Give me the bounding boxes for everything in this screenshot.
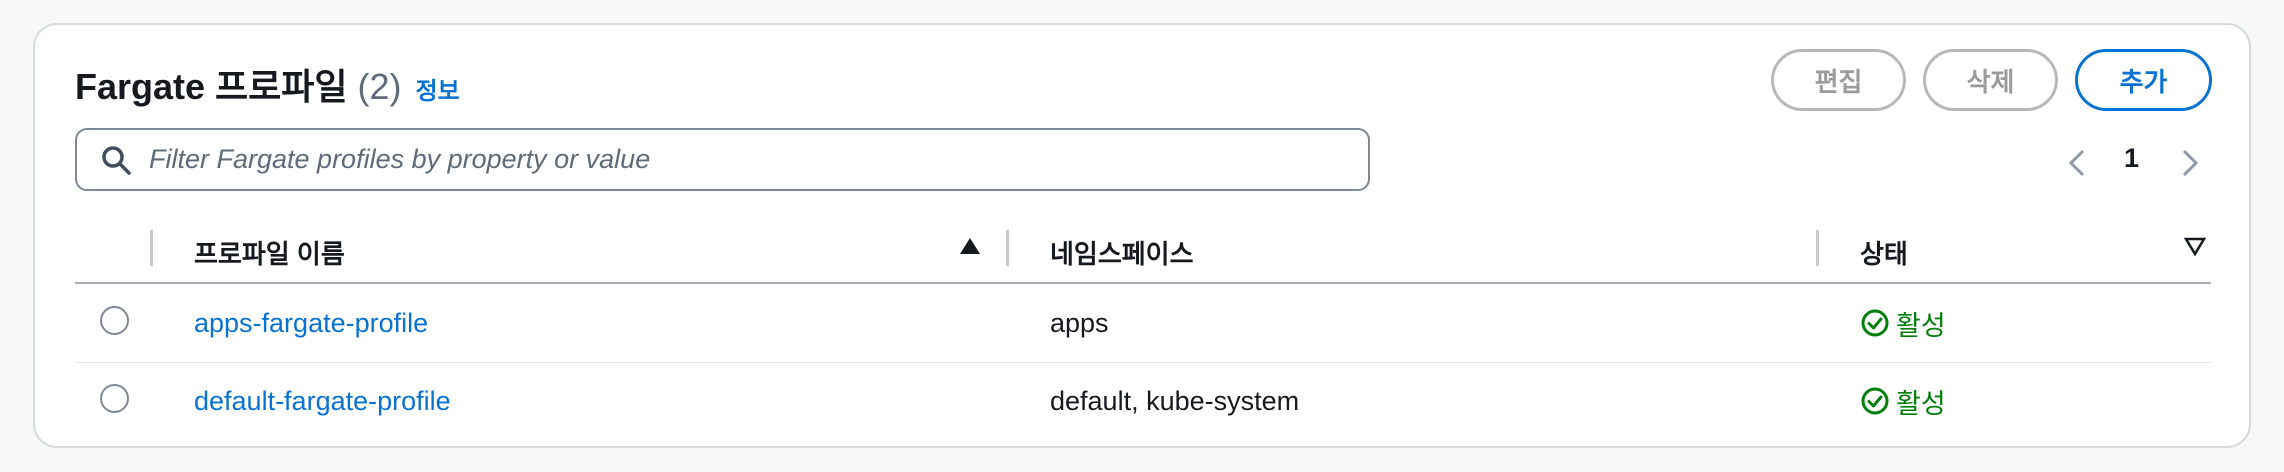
column-divider xyxy=(150,230,153,266)
page-title: Fargate 프로파일 xyxy=(75,66,348,107)
profile-name-link[interactable]: default-fargate-profile xyxy=(194,362,451,440)
search-icon xyxy=(99,143,133,177)
namespace-value: default, kube-system xyxy=(1050,385,1300,416)
check-circle-icon xyxy=(1861,387,1889,415)
table-row[interactable]: default-fargate-profile default, kube-sy… xyxy=(75,362,2211,440)
panel-header: Fargate 프로파일 (2) 정보 xyxy=(75,58,460,107)
search-input[interactable] xyxy=(147,138,1368,181)
status-text: 활성 xyxy=(1896,388,1946,419)
delete-button[interactable]: 삭제 xyxy=(1923,49,2058,111)
row-select-radio[interactable] xyxy=(100,306,129,335)
table-header: 프로파일 이름 네임스페이스 상태 xyxy=(75,222,2211,284)
search-box xyxy=(75,128,1370,191)
current-page-number[interactable]: 1 xyxy=(2124,143,2139,174)
row-select-radio[interactable] xyxy=(100,384,129,413)
sort-ascending-icon[interactable] xyxy=(959,236,981,261)
status-text: 활성 xyxy=(1896,310,1946,341)
column-header-namespace[interactable]: 네임스페이스 xyxy=(1050,222,1194,282)
status-badge: 활성 xyxy=(1860,362,1946,440)
profile-count: (2) xyxy=(357,66,402,107)
column-header-profile-name[interactable]: 프로파일 이름 xyxy=(194,222,345,282)
column-divider[interactable] xyxy=(1006,230,1009,266)
namespace-value: apps xyxy=(1050,307,1109,338)
sort-descending-icon[interactable] xyxy=(2183,236,2207,261)
table-row[interactable]: apps-fargate-profile apps 활성 xyxy=(75,284,2211,363)
next-page-chevron-right-icon[interactable] xyxy=(2181,141,2199,185)
edit-button[interactable]: 편집 xyxy=(1771,49,1906,111)
add-button[interactable]: 추가 xyxy=(2075,49,2212,111)
column-divider[interactable] xyxy=(1816,230,1819,266)
check-circle-icon xyxy=(1861,309,1889,337)
status-badge: 활성 xyxy=(1860,284,1946,362)
profile-name-link[interactable]: apps-fargate-profile xyxy=(194,284,428,362)
previous-page-chevron-left-icon[interactable] xyxy=(2068,141,2086,185)
info-link[interactable]: 정보 xyxy=(416,71,460,106)
column-header-status[interactable]: 상태 xyxy=(1860,222,1908,282)
